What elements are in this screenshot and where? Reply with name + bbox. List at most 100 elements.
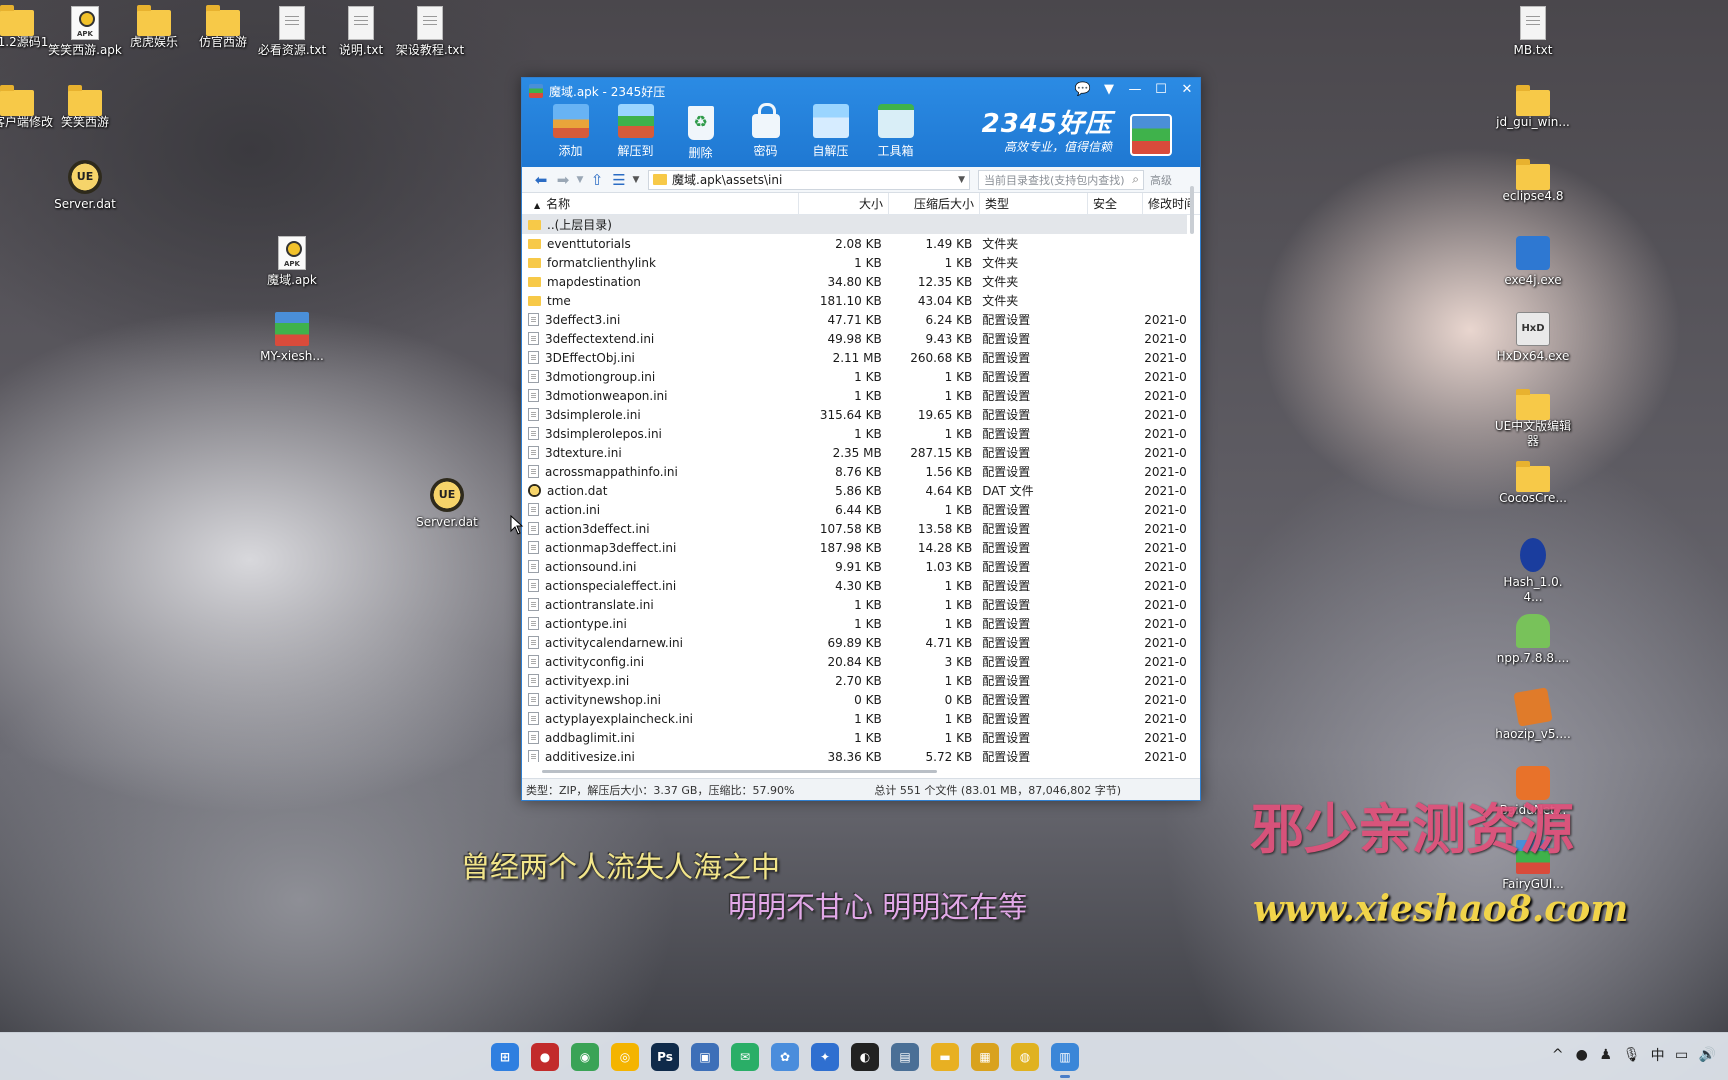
file-row[interactable]: formatclienthylink 1 KB 1 KB 文件夹 <box>522 253 1187 272</box>
file-row[interactable]: 3deffect3.ini 47.71 KB 6.24 KB 配置设置 2021-0 <box>522 310 1187 329</box>
menu-dropdown-icon[interactable]: ▼ <box>1096 78 1122 100</box>
desktop-icon[interactable]: 说明.txt <box>322 6 400 58</box>
file-row[interactable]: activityconfig.ini 20.84 KB 3 KB 配置设置 2021-0 <box>522 652 1187 671</box>
desktop-icon[interactable]: Server.dat <box>408 478 486 530</box>
desktop-icon[interactable]: 必看资源.txt <box>253 6 331 58</box>
desktop-icon[interactable]: MB.txt <box>1494 6 1572 58</box>
file-row[interactable]: action.dat 5.86 KB 4.64 KB DAT 文件 2021-0 <box>522 481 1187 500</box>
file-row[interactable]: activitycalendarnew.ini 69.89 KB 4.71 KB 配置… <box>522 633 1187 652</box>
taskbar-start-icon[interactable]: ⊞ <box>491 1043 519 1071</box>
file-row[interactable]: 3dmotiongroup.ini 1 KB 1 KB 配置设置 2021-0 <box>522 367 1187 386</box>
path-field[interactable]: 魔域.apk\assets\ini ▼ <box>648 169 970 190</box>
tray-mic-icon[interactable]: 🎙 <box>1623 1047 1641 1063</box>
file-row[interactable]: actionmap3deffect.ini 187.98 KB 14.28 KB 配置… <box>522 538 1187 557</box>
file-row[interactable]: activityexp.ini 2.70 KB 1 KB 配置设置 2021-0 <box>522 671 1187 690</box>
tray-volume-icon[interactable]: 🔊 <box>1699 1047 1716 1063</box>
taskbar-photos-icon[interactable]: ✿ <box>771 1043 799 1071</box>
file-row[interactable]: 3DEffectObj.ini 2.11 MB 260.68 KB 配置设置 2021-… <box>522 348 1187 367</box>
desktop-icon[interactable]: CocosCre... <box>1494 461 1572 506</box>
desktop-icon[interactable]: 魔域.apk <box>253 236 331 288</box>
forward-arrow-icon[interactable]: ➡ <box>552 170 574 190</box>
input-method-indicator[interactable]: 中 <box>1651 1045 1665 1065</box>
desktop-icon[interactable]: 仿官西游 <box>184 5 262 50</box>
file-row[interactable]: addbaglimit.ini 1 KB 1 KB 配置设置 2021-0 <box>522 728 1187 747</box>
horizontal-scrollbar[interactable] <box>542 770 937 773</box>
file-row[interactable]: acrossmappathinfo.ini 8.76 KB 1.56 KB 配置设置 2… <box>522 462 1187 481</box>
add-button[interactable]: 添加 <box>538 104 603 161</box>
taskbar-photoshop-icon[interactable]: Ps <box>651 1043 679 1071</box>
password-button[interactable]: 密码 <box>733 103 798 161</box>
desktop-icon[interactable]: haozip_v5.... <box>1494 687 1572 742</box>
file-row[interactable]: 3dsimplerolepos.ini 1 KB 1 KB 配置设置 2021-0 <box>522 424 1187 443</box>
desktop-icon[interactable]: Server.dat <box>46 160 124 212</box>
toolbox-button[interactable]: 工具箱 <box>863 104 928 161</box>
delete-button[interactable]: 删除 <box>668 104 733 161</box>
feedback-icon[interactable]: 💬 <box>1070 78 1096 100</box>
file-row[interactable]: actionsound.ini 9.91 KB 1.03 KB 配置设置 2021-0 <box>522 557 1187 576</box>
file-row[interactable]: ..(上层目录) <box>522 215 1187 234</box>
taskbar-pc-manager-icon[interactable]: ▣ <box>691 1043 719 1071</box>
view-dropdown-icon[interactable]: ▼ <box>630 170 642 190</box>
file-row[interactable]: tme 181.10 KB 43.04 KB 文件夹 <box>522 291 1187 310</box>
taskbar-browser-icon[interactable]: ◎ <box>611 1043 639 1071</box>
file-row[interactable]: additivesize.ini 38.36 KB 5.72 KB 配置设置 2021-… <box>522 747 1187 762</box>
taskbar-notes-icon[interactable]: ▦ <box>971 1043 999 1071</box>
taskbar-haozip-icon[interactable]: ▥ <box>1051 1043 1079 1078</box>
close-button[interactable]: ✕ <box>1174 78 1200 100</box>
file-row[interactable]: 3dsimplerole.ini 315.64 KB 19.65 KB 配置设置 202… <box>522 405 1187 424</box>
file-row[interactable]: actionspecialeffect.ini 4.30 KB 1 KB 配置设置 20… <box>522 576 1187 595</box>
file-row[interactable]: mapdestination 34.80 KB 12.35 KB 文件夹 <box>522 272 1187 291</box>
search-icon[interactable]: ⌕ <box>1132 172 1139 187</box>
file-row[interactable]: actiontype.ini 1 KB 1 KB 配置设置 2021-0 <box>522 614 1187 633</box>
column-size[interactable]: 大小 <box>799 192 889 215</box>
taskbar-wechat-icon[interactable]: ✉ <box>731 1043 759 1071</box>
tray-app-icon[interactable]: ● <box>1575 1047 1589 1063</box>
extract-to-button[interactable]: 解压到 <box>603 104 668 161</box>
desktop-icon[interactable]: eclipse4.8 <box>1494 159 1572 204</box>
taskbar-file-explorer-icon[interactable]: ▬ <box>931 1043 959 1071</box>
file-row[interactable]: action3deffect.ini 107.58 KB 13.58 KB 配置设置 2… <box>522 519 1187 538</box>
view-list-icon[interactable]: ☰ <box>608 170 630 190</box>
tray-network-icon[interactable]: ▭ <box>1675 1047 1689 1063</box>
column-name[interactable]: ▲ 名称 <box>522 192 799 215</box>
taskbar-remote-desktop-icon[interactable]: ▤ <box>891 1043 919 1071</box>
tray-overflow-icon[interactable]: ^ <box>1551 1047 1565 1063</box>
taskbar-qq-icon[interactable]: ◐ <box>851 1043 879 1071</box>
column-security[interactable]: 安全 <box>1088 192 1143 215</box>
desktop-icon[interactable]: 虎虎娱乐 <box>115 5 193 50</box>
file-row[interactable]: activitynewshop.ini 0 KB 0 KB 配置设置 2021-0 <box>522 690 1187 709</box>
desktop-icon[interactable]: npp.7.8.8.... <box>1494 614 1572 666</box>
taskbar-apk-tool-icon[interactable]: ◍ <box>1011 1043 1039 1071</box>
history-dropdown-icon[interactable]: ▼ <box>574 170 586 190</box>
taskbar-chrome-icon[interactable]: ◉ <box>571 1043 599 1071</box>
desktop-icon[interactable]: Hash_1.0.4... <box>1494 538 1572 605</box>
path-dropdown-icon[interactable]: ▼ <box>958 175 965 185</box>
taskbar-bird-app-icon[interactable]: ✦ <box>811 1043 839 1071</box>
column-modified[interactable]: 修改时间 <box>1143 192 1191 215</box>
vertical-scrollbar[interactable] <box>1190 186 1194 234</box>
search-input[interactable]: 当前目录查找(支持包内查找) ⌕ <box>978 169 1144 190</box>
file-row[interactable]: actiontranslate.ini 1 KB 1 KB 配置设置 2021-0 <box>522 595 1187 614</box>
file-row[interactable]: actyplayexplaincheck.ini 1 KB 1 KB 配置设置 2021… <box>522 709 1187 728</box>
desktop-icon[interactable]: MY-xiesh... <box>253 312 331 364</box>
desktop-icon[interactable]: 架设教程.txt <box>391 6 469 58</box>
file-row[interactable]: 3deffectextend.ini 49.98 KB 9.43 KB 配置设置 202… <box>522 329 1187 348</box>
desktop-icon[interactable]: 笑笑西游.apk <box>46 6 124 58</box>
desktop-icon[interactable]: 笑笑西游 <box>46 85 124 130</box>
file-row[interactable]: action.ini 6.44 KB 1 KB 配置设置 2021-0 <box>522 500 1187 519</box>
up-folder-icon[interactable]: ⇧ <box>586 170 608 190</box>
back-arrow-icon[interactable]: ⬅ <box>530 170 552 190</box>
column-compressed-size[interactable]: 压缩后大小 <box>889 192 980 215</box>
desktop-icon[interactable]: UE中文版编辑器 <box>1494 389 1572 449</box>
file-row[interactable]: 3dtexture.ini 2.35 MB 287.15 KB 配置设置 2021-0 <box>522 443 1187 462</box>
desktop-icon[interactable]: HxDx64.exe <box>1494 312 1572 364</box>
maximize-button[interactable]: ☐ <box>1148 78 1174 100</box>
column-type[interactable]: 类型 <box>980 192 1088 215</box>
self-extract-button[interactable]: 自解压 <box>798 104 863 161</box>
file-row[interactable]: 3dmotionweapon.ini 1 KB 1 KB 配置设置 2021-0 <box>522 386 1187 405</box>
desktop-icon[interactable]: jd_gui_win... <box>1494 85 1572 130</box>
file-row[interactable]: eventtutorials 2.08 KB 1.49 KB 文件夹 <box>522 234 1187 253</box>
tray-qq-icon[interactable]: ♟ <box>1599 1047 1613 1063</box>
taskbar-recorder-icon[interactable]: ● <box>531 1043 559 1071</box>
minimize-button[interactable]: — <box>1122 78 1148 100</box>
